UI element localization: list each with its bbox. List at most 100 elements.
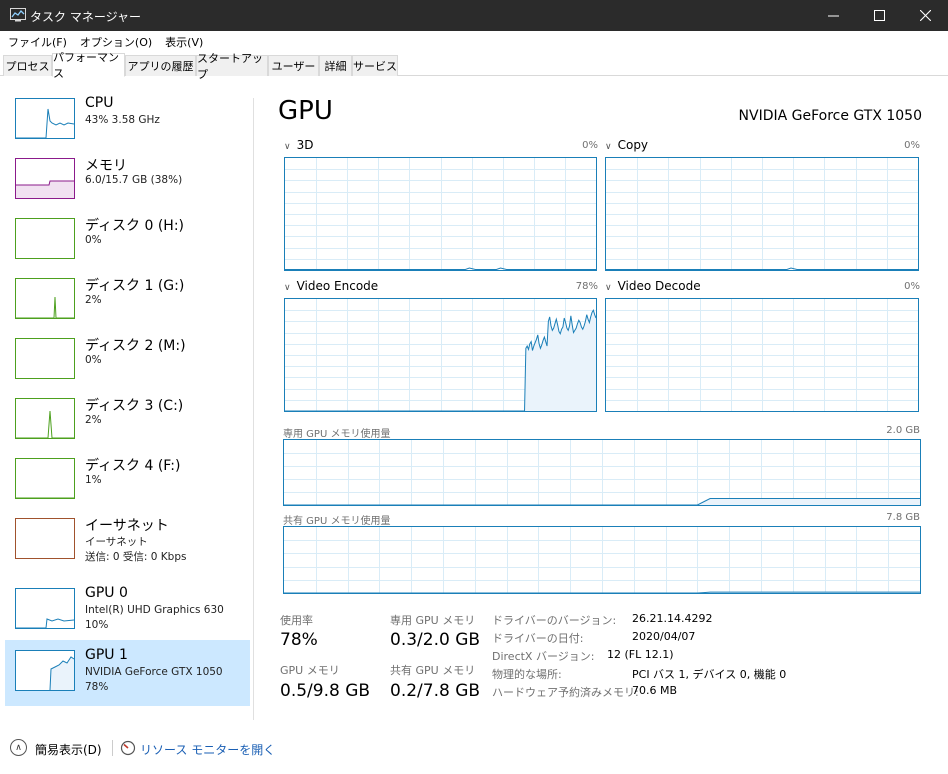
engine-label: 3D [296,138,314,152]
graph-shared-memory [283,526,921,594]
sidebar-item-disk-4[interactable]: ディスク 4 (F:) 1% [5,448,250,508]
reserved-memory-value: 70.6 MB [632,684,678,697]
resource-sidebar: CPU 43% 3.58 GHz メモリ 6.0/15.7 GB (38%) ディスク … [5,88,251,718]
sidebar-item-disk-1[interactable]: ディスク 1 (G:) 2% [5,268,250,328]
sidebar-item-detail: 0% [85,234,102,246]
tab-processes[interactable]: プロセス [3,55,52,76]
sidebar-item-cpu[interactable]: CPU 43% 3.58 GHz [5,88,250,148]
sidebar-thumbnail [15,518,75,559]
graph-video-encode-canvas [285,299,596,411]
engine-pct: 0% [904,140,920,151]
sidebar-item-detail-2: 10% [85,619,109,631]
sidebar-item-detail: Intel(R) UHD Graphics 630 [85,604,224,616]
sidebar-item-name: ディスク 0 (H:) [85,218,184,234]
engine-label: Copy [617,138,649,152]
sidebar-sparkline [16,180,74,198]
shared-memory-max: 7.8 GB [886,512,920,523]
gpu-model-name: NVIDIA GeForce GTX 1050 [738,108,922,124]
sidebar-thumbnail [15,588,75,629]
sidebar-thumbnail [15,398,75,439]
sidebar-item-name: ディスク 1 (G:) [85,278,185,294]
sidebar-item-gpu-1[interactable]: GPU 1 NVIDIA GeForce GTX 1050 78% [5,640,250,706]
shared-mem-value: 0.2/7.8 GB [390,681,481,701]
sidebar-sparkline [16,339,74,378]
reserved-memory-label: ハードウェア予約済みメモリ: [492,686,639,699]
engine-label: Video Decode [617,279,701,293]
tab-startup[interactable]: スタートアップ [196,52,268,81]
sidebar-divider [253,98,254,720]
sidebar-item-gpu-0[interactable]: GPU 0 Intel(R) UHD Graphics 630 10% [5,578,250,640]
title-bar[interactable]: タスク マネージャー [0,0,948,31]
sidebar-item-detail: NVIDIA GeForce GTX 1050 [85,666,223,678]
chevron-down-icon: ∨ [605,283,612,293]
graph-3d-line [285,267,596,270]
sidebar-item-name: GPU 1 [85,647,128,663]
maximize-button[interactable] [856,0,902,31]
dedicated-mem-label: 専用 GPU メモリ [390,614,476,627]
sidebar-item-disk-0[interactable]: ディスク 0 (H:) 0% [5,208,250,268]
tab-performance[interactable]: パフォーマンス [52,51,125,80]
graph-video-encode-area [285,310,596,411]
tab-details[interactable]: 詳細 [319,55,352,76]
sidebar-item-name: イーサネット [85,518,169,534]
menu-file[interactable]: ファイル(F) [8,34,67,50]
engine-label: Video Encode [296,279,379,293]
footer-bar: ∧ 簡易表示(D) リソース モニターを開く [0,730,948,774]
minimize-icon [827,15,839,17]
directx-version-label: DirectX バージョン: [492,650,595,663]
sidebar-sparkline [16,519,74,558]
chevron-down-icon: ∨ [605,142,612,152]
driver-version-label: ドライバーのバージョン: [492,614,617,627]
shared-mem-label: 共有 GPU メモリ [390,664,476,677]
chevron-up-icon[interactable]: ∧ [10,739,27,756]
graph-dedicated-canvas [284,440,920,505]
sidebar-sparkline [16,618,74,628]
menu-view[interactable]: 表示(V) [165,34,203,50]
dedicated-mem-value: 0.3/2.0 GB [390,630,481,650]
close-icon [919,10,931,21]
graph-copy [605,157,919,271]
directx-version-value: 12 (FL 12.1) [607,648,674,661]
driver-date-label: ドライバーの日付: [492,632,584,645]
driver-date-value: 2020/04/07 [632,630,696,643]
sidebar-item-memory[interactable]: メモリ 6.0/15.7 GB (38%) [5,148,250,208]
engine-selector-video-encode[interactable]: ∨ Video Encode [284,279,378,293]
minimize-button[interactable] [810,0,856,31]
engine-selector-3d[interactable]: ∨ 3D [284,138,313,152]
sidebar-item-detail-2: 送信: 0 受信: 0 Kbps [85,551,187,563]
sidebar-item-ethernet[interactable]: イーサネット イーサネット 送信: 0 受信: 0 Kbps [5,508,250,578]
tab-app-history[interactable]: アプリの履歴 [125,55,196,76]
graph-3d-canvas [285,158,596,270]
sidebar-item-detail: イーサネット [85,536,148,548]
tab-services[interactable]: サービス [352,55,398,76]
engine-selector-copy[interactable]: ∨ Copy [605,138,648,152]
window-title: タスク マネージャー [30,10,141,24]
engine-selector-video-decode[interactable]: ∨ Video Decode [605,279,701,293]
sidebar-item-detail-2: 78% [85,681,109,693]
graph-video-decode [605,298,919,412]
sidebar-item-name: ディスク 3 (C:) [85,398,184,414]
close-button[interactable] [902,0,948,31]
menu-options[interactable]: オプション(O) [80,34,152,50]
sidebar-item-disk-3[interactable]: ディスク 3 (C:) 2% [5,388,250,448]
sidebar-item-disk-2[interactable]: ディスク 2 (M:) 0% [5,328,250,388]
gpu-mem-label: GPU メモリ [280,664,340,677]
menu-bar: ファイル(F) オプション(O) 表示(V) [0,31,948,53]
sidebar-item-detail: 2% [85,414,102,426]
sidebar-sparkline [49,656,74,690]
sidebar-thumbnail [15,158,75,199]
dedicated-memory-max: 2.0 GB [886,425,920,436]
sidebar-item-detail: 0% [85,354,102,366]
sidebar-item-detail: 1% [85,474,102,486]
tab-users[interactable]: ユーザー [268,55,319,76]
open-resource-monitor-link[interactable]: リソース モニターを開く [140,741,275,758]
gpu-mem-value: 0.5/9.8 GB [280,681,371,701]
sidebar-sparkline [16,296,74,318]
engine-pct: 0% [904,281,920,292]
page-title: GPU [278,96,333,126]
engine-pct: 0% [582,140,598,151]
graph-copy-canvas [606,158,918,270]
sidebar-item-name: CPU [85,95,114,111]
fewer-details-button[interactable]: 簡易表示(D) [35,741,102,758]
maximize-icon [873,10,885,21]
